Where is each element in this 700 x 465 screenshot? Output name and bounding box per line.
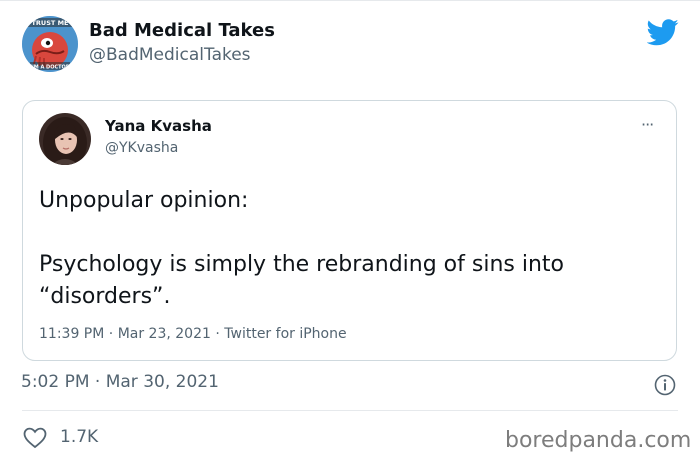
quoted-author-avatar[interactable] xyxy=(39,113,91,165)
author-handle[interactable]: @BadMedicalTakes xyxy=(89,45,251,65)
author-name[interactable]: Bad Medical Takes xyxy=(89,20,275,41)
meta-separator: · xyxy=(210,326,225,342)
quoted-text-line: Unpopular opinion: xyxy=(39,188,249,213)
top-divider xyxy=(0,0,700,1)
quoted-tweet-card[interactable]: Yana Kvasha @YKvasha ··· Unpopular opini… xyxy=(22,100,677,361)
avatar-top-text: TRUST ME xyxy=(31,19,68,27)
quoted-time[interactable]: 11:39 PM xyxy=(39,326,104,342)
quoted-date[interactable]: Mar 23, 2021 xyxy=(118,326,211,342)
heart-icon[interactable] xyxy=(23,427,47,449)
tweet-timestamp[interactable]: 5:02 PM · Mar 30, 2021 xyxy=(21,372,219,392)
like-count[interactable]: 1.7K xyxy=(60,427,98,447)
action-divider xyxy=(22,410,678,411)
watermark: boredpanda.com xyxy=(505,428,692,453)
quoted-text-line: “disorders”. xyxy=(39,284,171,309)
twitter-bird-icon xyxy=(646,19,679,46)
quoted-author-handle[interactable]: @YKvasha xyxy=(105,140,178,156)
meta-separator: · xyxy=(104,326,118,342)
info-icon[interactable] xyxy=(654,374,676,396)
quoted-source[interactable]: Twitter for iPhone xyxy=(224,326,346,342)
quoted-text-line: Psychology is simply the rebranding of s… xyxy=(39,252,564,277)
avatar-bottom-text: I'M A DOCTOR xyxy=(30,65,69,71)
more-options-icon[interactable]: ··· xyxy=(641,115,654,134)
quoted-author-name[interactable]: Yana Kvasha xyxy=(105,117,212,135)
author-avatar[interactable]: TRUST ME I'M A DOCTOR xyxy=(22,16,78,72)
quoted-metadata: 11:39 PM · Mar 23, 2021 · Twitter for iP… xyxy=(39,326,347,342)
